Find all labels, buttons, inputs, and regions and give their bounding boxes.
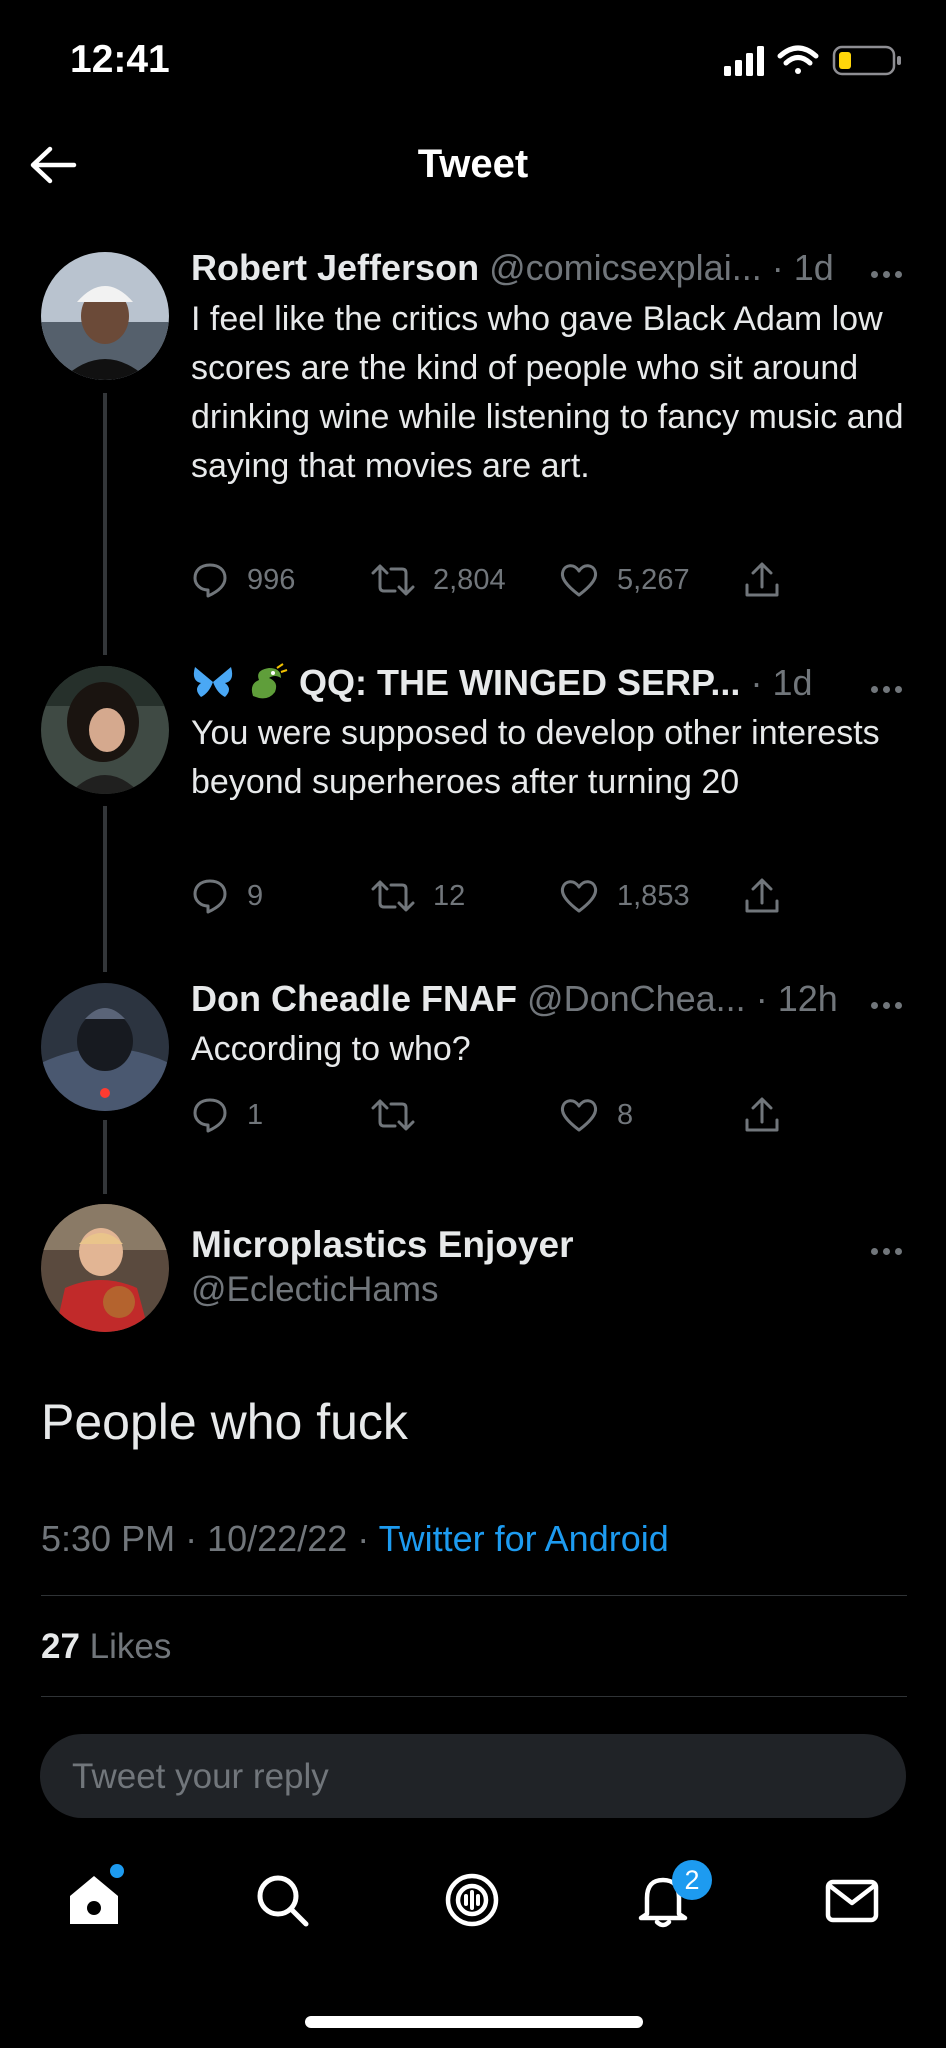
spaces-icon[interactable] <box>442 1870 502 1930</box>
wifi-icon <box>777 45 819 74</box>
home-indicator[interactable] <box>305 2016 643 2028</box>
avatar[interactable] <box>41 1204 169 1332</box>
more-options-icon[interactable] <box>871 680 909 693</box>
heart-icon <box>560 564 598 597</box>
author-name[interactable]: Robert Jefferson <box>191 247 479 288</box>
signal-icon <box>724 46 764 76</box>
tweet-time: 5:30 PM <box>41 1518 176 1559</box>
divider <box>41 1696 907 1697</box>
home-notification-dot <box>110 1864 124 1878</box>
main-tweet-text: People who fuck <box>41 1394 408 1450</box>
share-icon <box>745 1097 779 1132</box>
tweet-text: I feel like the critics who gave Black A… <box>191 300 904 485</box>
reply-count: 9 <box>247 879 264 912</box>
reply-icon <box>193 563 227 598</box>
share-button[interactable] <box>743 560 799 600</box>
tweet-time: 1d <box>772 662 813 703</box>
tweet-header: QQ: THE WINGED SERP... · 1d <box>191 662 813 704</box>
dragon-icon <box>251 663 288 699</box>
author-handle[interactable]: @EclecticHams <box>191 1270 439 1310</box>
tweet-metadata: 5:30 PM · 10/22/22 · Twitter for Android <box>41 1518 669 1560</box>
separator: · <box>750 662 763 703</box>
retweet-button[interactable]: 12 <box>371 876 465 916</box>
like-count: 1,853 <box>617 879 690 912</box>
tweet-time: 12h <box>777 978 838 1019</box>
reply-placeholder: Tweet your reply <box>72 1757 329 1796</box>
tweet-actions: 1 8 <box>191 1095 791 1135</box>
page-title: Tweet <box>417 142 529 186</box>
retweet-button[interactable]: 2,804 <box>371 560 506 600</box>
like-count: 5,267 <box>617 563 690 596</box>
avatar[interactable] <box>41 666 169 794</box>
author-name[interactable]: Microplastics Enjoyer <box>191 1224 573 1266</box>
more-options-icon[interactable] <box>871 996 909 1009</box>
tweet-text: You were supposed to develop other inter… <box>191 714 880 801</box>
messages-icon[interactable] <box>822 1870 882 1930</box>
like-button[interactable]: 8 <box>559 1095 633 1135</box>
retweet-button[interactable] <box>371 1095 433 1135</box>
search-icon[interactable] <box>252 1870 312 1930</box>
retweet-count: 2,804 <box>433 563 506 596</box>
author-handle[interactable]: @DonChea... <box>527 978 746 1019</box>
tweet-actions: 996 2,804 5,267 <box>191 560 791 600</box>
likes-label: Likes <box>89 1627 172 1666</box>
tweet-actions: 9 12 1,853 <box>191 876 791 916</box>
battery-icon <box>832 45 901 76</box>
like-button[interactable]: 5,267 <box>559 560 690 600</box>
home-icon[interactable] <box>64 1870 124 1930</box>
tweet-date: 10/22/22 <box>207 1518 348 1559</box>
retweet-icon <box>371 1099 415 1131</box>
divider <box>41 1595 907 1596</box>
author-handle[interactable]: @comicsexplai... <box>489 247 762 288</box>
status-time: 12:41 <box>70 38 170 81</box>
thread-line <box>103 393 107 655</box>
more-options-icon[interactable] <box>871 1242 909 1255</box>
share-icon <box>745 878 779 913</box>
notifications-badge: 2 <box>672 1860 712 1900</box>
separator: · <box>755 978 768 1019</box>
likes-count: 27 <box>41 1627 80 1666</box>
thread-line <box>103 806 107 972</box>
retweet-icon <box>371 880 415 912</box>
reply-button[interactable]: 996 <box>191 560 295 600</box>
reply-count: 1 <box>247 1098 264 1131</box>
thread-line <box>103 1120 107 1194</box>
retweet-count: 12 <box>433 879 466 912</box>
share-icon <box>745 562 779 597</box>
reply-count: 996 <box>247 563 296 596</box>
reply-icon <box>193 879 227 914</box>
avatar[interactable] <box>41 252 169 380</box>
tweet-text: According to who? <box>191 1030 471 1068</box>
tweet-time: 1d <box>793 247 834 288</box>
likes-summary[interactable]: 27 Likes <box>41 1627 171 1667</box>
reply-icon <box>193 1098 227 1133</box>
butterfly-icon <box>193 667 233 697</box>
reply-button[interactable]: 9 <box>191 876 263 916</box>
more-options-icon[interactable] <box>871 265 909 278</box>
share-button[interactable] <box>743 876 799 916</box>
heart-icon <box>560 880 598 913</box>
reply-button[interactable]: 1 <box>191 1095 263 1135</box>
separator: · <box>185 1518 198 1559</box>
tweet-header: Robert Jefferson @comicsexplai... · 1d <box>191 247 834 289</box>
author-name[interactable]: QQ: THE WINGED SERP... <box>299 662 740 703</box>
like-count: 8 <box>617 1098 634 1131</box>
heart-icon <box>560 1099 598 1132</box>
separator: · <box>357 1518 370 1559</box>
tweet-header: Don Cheadle FNAF @DonChea... · 12h <box>191 978 838 1020</box>
tweet-source-link[interactable]: Twitter for Android <box>379 1518 669 1559</box>
avatar[interactable] <box>41 983 169 1111</box>
share-button[interactable] <box>743 1095 799 1135</box>
like-button[interactable]: 1,853 <box>559 876 690 916</box>
separator: · <box>771 247 784 288</box>
author-name[interactable]: Don Cheadle FNAF <box>191 978 517 1019</box>
retweet-icon <box>371 564 415 596</box>
status-icons <box>724 45 901 76</box>
